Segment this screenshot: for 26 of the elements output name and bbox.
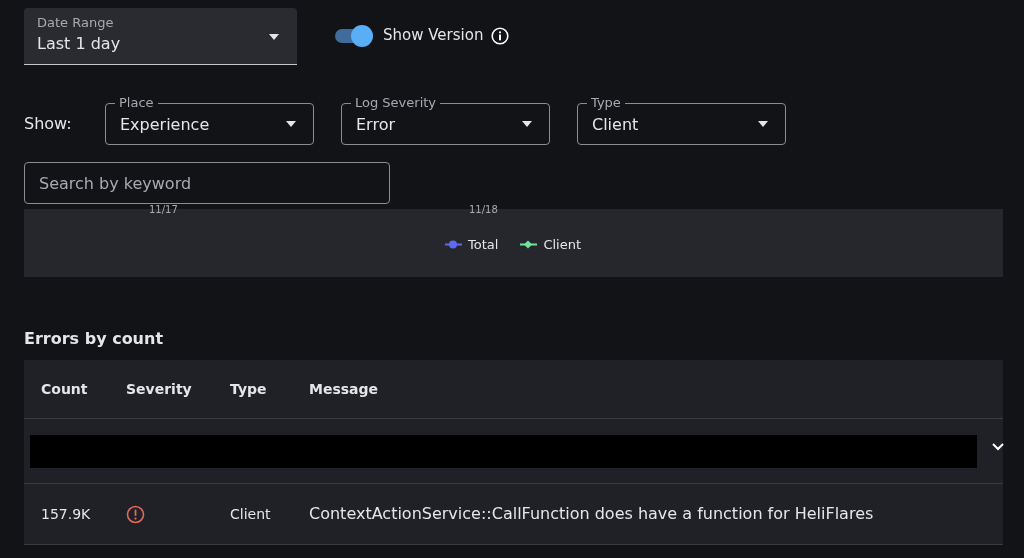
axis-label: 11/18 [469,204,498,216]
field-label: Date Range [37,15,115,31]
caret-icon [758,121,768,127]
table-cell-text: 157.9K [41,504,91,524]
toggle-switch[interactable] [335,24,373,47]
filter-label: Show: [24,113,73,135]
column-header: Type [230,381,267,397]
column-header: Count [41,381,88,397]
toggle-label: Show Version [383,25,484,47]
table-cell-text: Client [230,504,271,524]
column-header: Message [309,381,379,397]
section-title: Errors by count [24,328,165,350]
table-cell-text: ContextActionService::CallFunction does have a function for HeliFlares [309,503,874,525]
caret-icon [286,121,296,127]
column-header: Severity [126,381,192,397]
date-range-dropdown[interactable]: Date Range Last 1 day [24,8,297,65]
chevron-icon[interactable] [991,442,1005,451]
caret-icon [269,34,279,40]
caret-icon [522,121,532,127]
search-field[interactable]: Search by keyword [24,162,390,204]
legend-label: Client [543,236,581,254]
alert-icon [126,504,145,524]
legend-label: Total [468,236,499,254]
axis-label: 11/17 [149,204,178,216]
field-value: Last 1 day [37,33,121,55]
info-icon[interactable] [491,26,510,45]
